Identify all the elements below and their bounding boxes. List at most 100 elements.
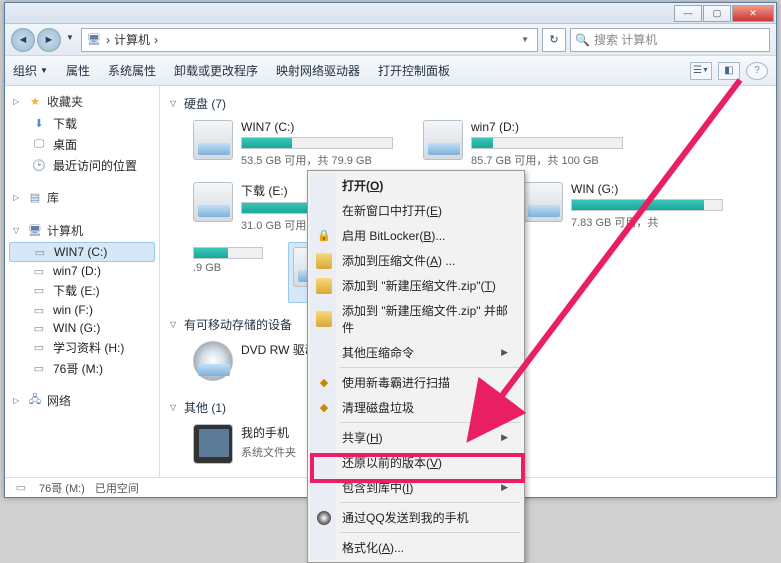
- network-icon: 🖧: [27, 394, 43, 408]
- nav-history-dropdown[interactable]: ▼: [63, 28, 77, 48]
- context-item[interactable]: 包含到库中(I)▶: [310, 475, 522, 500]
- hdd-icon: [193, 182, 233, 222]
- duba-icon: ◆: [316, 400, 332, 416]
- context-separator: [340, 502, 520, 503]
- toolbar: 组织 ▼ 属性 系统属性 卸载或更改程序 映射网络驱动器 打开控制面板 ☰ ▼ …: [5, 56, 776, 86]
- search-input[interactable]: 🔍 搜索 计算机: [570, 28, 770, 52]
- recent-icon: 🕑: [31, 159, 47, 173]
- nav-drive-item[interactable]: ▭ 学习资料 (H:): [5, 337, 159, 358]
- drive-icon: ▭: [32, 245, 48, 259]
- nav-drive-label: win (F:): [53, 303, 93, 317]
- nav-drive-item[interactable]: ▭win (F:): [5, 301, 159, 319]
- context-separator: [340, 367, 520, 368]
- context-item[interactable]: 共享(H)▶: [310, 425, 522, 450]
- minimize-button[interactable]: —: [674, 5, 702, 22]
- context-item[interactable]: ◆使用新毒霸进行扫描: [310, 370, 522, 395]
- section-hdd[interactable]: ▽硬盘 (7): [170, 92, 766, 115]
- nav-drive-item[interactable]: ▭ win7 (D:): [5, 262, 159, 280]
- titlebar[interactable]: — ▢ ✕: [5, 3, 776, 24]
- library-icon: ▤: [27, 191, 43, 205]
- context-separator: [340, 422, 520, 423]
- properties-button[interactable]: 属性: [66, 62, 90, 79]
- submenu-arrow-icon: ▶: [501, 432, 508, 443]
- phone-icon: [193, 424, 233, 464]
- context-label: 添加到 "新建压缩文件.zip" 并邮件: [342, 302, 508, 336]
- organize-button[interactable]: 组织 ▼: [13, 62, 48, 79]
- context-item[interactable]: 通过QQ发送到我的手机: [310, 505, 522, 530]
- drive-name: WIN7 (C:): [241, 120, 393, 134]
- nav-drive-label: 学习资料 (H:): [53, 339, 124, 356]
- context-label: 在新窗口中打开(E): [342, 202, 442, 219]
- nav-libraries[interactable]: ▷▤库: [5, 186, 159, 209]
- context-item[interactable]: 添加到 "新建压缩文件.zip"(T): [310, 273, 522, 298]
- view-mode-button[interactable]: ☰ ▼: [690, 62, 712, 80]
- drive-usage-bar: [571, 199, 723, 211]
- map-drive-button[interactable]: 映射网络驱动器: [276, 62, 360, 79]
- context-label: 使用新毒霸进行扫描: [342, 374, 450, 391]
- zip-icon: [316, 311, 332, 327]
- zip-icon: [316, 278, 332, 294]
- context-label: 还原以前的版本(V): [342, 454, 442, 471]
- system-properties-button[interactable]: 系统属性: [108, 62, 156, 79]
- context-item[interactable]: 在新窗口中打开(E): [310, 198, 522, 223]
- status-label: 已用空间: [95, 480, 139, 496]
- context-item[interactable]: 其他压缩命令▶: [310, 340, 522, 365]
- help-button[interactable]: ?: [746, 62, 768, 80]
- breadcrumb-sep: ›: [154, 33, 158, 47]
- drive-item[interactable]: WIN (G:)7.83 GB 可用，共: [518, 177, 728, 238]
- drive-item[interactable]: win7 (D:)85.7 GB 可用，共 100 GB: [418, 115, 628, 173]
- nav-drive-label: WIN7 (C:): [54, 245, 107, 259]
- preview-pane-button[interactable]: ◧: [718, 62, 740, 80]
- hdd-icon: [193, 120, 233, 160]
- nav-favorites[interactable]: ▷★收藏夹: [5, 90, 159, 113]
- bitlocker-icon: 🔒: [316, 228, 332, 244]
- context-separator: [340, 532, 520, 533]
- context-item[interactable]: 添加到压缩文件(A) ...: [310, 248, 522, 273]
- context-item[interactable]: 格式化(A)...: [310, 535, 522, 560]
- nav-recent[interactable]: 🕑最近访问的位置: [5, 155, 159, 176]
- nav-computer[interactable]: ▽🖥计算机: [5, 219, 159, 242]
- drive-usage-text: 7.83 GB 可用，共: [571, 214, 723, 230]
- nav-network[interactable]: ▷🖧网络: [5, 389, 159, 412]
- drive-item[interactable]: WIN7 (C:) 53.5 GB 可用，共 79.9 GB: [188, 115, 398, 173]
- nav-drive-item[interactable]: ▭ WIN7 (C:): [9, 242, 155, 262]
- forward-button[interactable]: ►: [37, 28, 61, 52]
- drive-usage-text: 53.5 GB 可用，共 79.9 GB: [241, 152, 393, 168]
- context-item[interactable]: 打开(O): [310, 173, 522, 198]
- back-button[interactable]: ◄: [11, 28, 35, 52]
- context-label: 包含到库中(I): [342, 479, 413, 496]
- nav-desktop[interactable]: 🖵桌面: [5, 134, 159, 155]
- context-label: 其他压缩命令: [342, 344, 414, 361]
- context-item[interactable]: 🔒启用 BitLocker(B)...: [310, 223, 522, 248]
- nav-drive-item[interactable]: ▭76哥 (M:): [5, 358, 159, 379]
- star-icon: ★: [27, 95, 43, 109]
- drive-partial[interactable]: .9 GB: [188, 242, 268, 303]
- nav-drive-label: win7 (D:): [53, 264, 101, 278]
- drive-icon: ▭: [31, 264, 47, 278]
- nav-downloads[interactable]: ⬇下载: [5, 113, 159, 134]
- breadcrumb[interactable]: 🖥 › 计算机 › ▼: [81, 28, 538, 52]
- zip-icon: [316, 253, 332, 269]
- nav-drive-item[interactable]: ▭WIN (G:): [5, 319, 159, 337]
- drive-icon: ▭: [31, 321, 47, 335]
- breadcrumb-computer[interactable]: 计算机: [114, 31, 150, 48]
- context-label: 通过QQ发送到我的手机: [342, 509, 469, 526]
- close-button[interactable]: ✕: [732, 5, 774, 22]
- refresh-button[interactable]: ↻: [542, 28, 566, 52]
- drive-icon: ▭: [31, 341, 47, 355]
- drive-usage-text: 85.7 GB 可用，共 100 GB: [471, 152, 623, 168]
- uninstall-button[interactable]: 卸载或更改程序: [174, 62, 258, 79]
- context-item[interactable]: ◆清理磁盘垃圾: [310, 395, 522, 420]
- hdd-icon: [523, 182, 563, 222]
- nav-drive-label: 76哥 (M:): [53, 360, 103, 377]
- dvd-icon: [193, 341, 233, 381]
- nav-drive-item[interactable]: ▭下载 (E:): [5, 280, 159, 301]
- control-panel-button[interactable]: 打开控制面板: [378, 62, 450, 79]
- status-drive: 76哥 (M:): [39, 480, 85, 496]
- maximize-button[interactable]: ▢: [703, 5, 731, 22]
- context-item[interactable]: 添加到 "新建压缩文件.zip" 并邮件: [310, 298, 522, 340]
- drive-usage-bar: [241, 137, 393, 149]
- search-icon: 🔍: [575, 33, 590, 47]
- context-item[interactable]: 还原以前的版本(V): [310, 450, 522, 475]
- breadcrumb-dropdown[interactable]: ▼: [521, 35, 529, 44]
